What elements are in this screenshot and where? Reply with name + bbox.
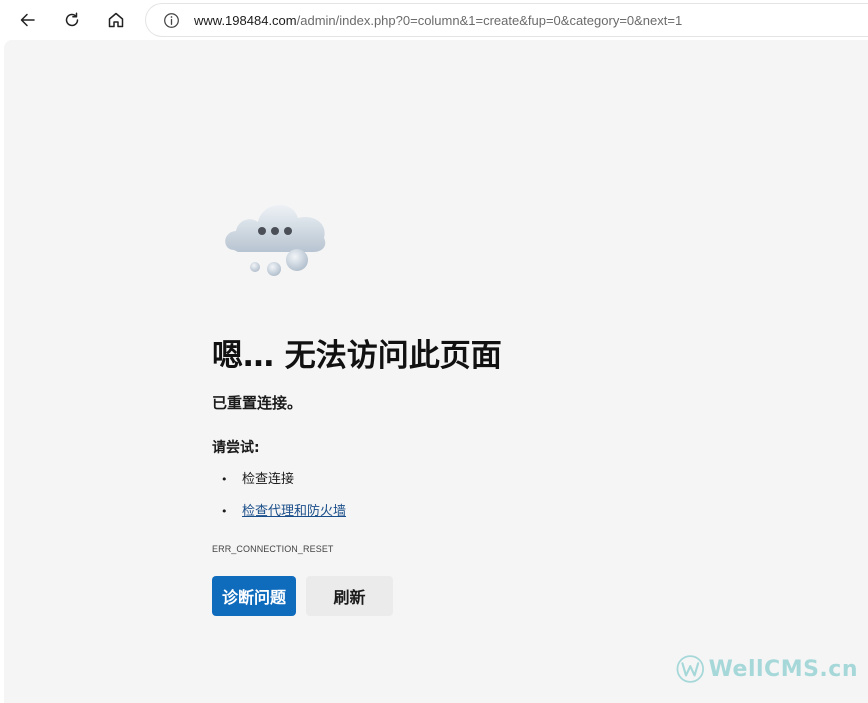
browser-toolbar: www.198484.com/admin/index.php?0=column&… xyxy=(0,0,868,40)
error-title: 嗯… 无法访问此页面 xyxy=(212,338,502,374)
back-button[interactable] xyxy=(12,4,44,36)
suggestion-list: 检查连接 检查代理和防火墙 xyxy=(212,470,346,534)
suggestion-label: 检查连接 xyxy=(242,472,295,487)
info-icon[interactable] xyxy=(162,11,180,29)
refresh-icon xyxy=(65,12,79,27)
error-code: ERR_CONNECTION_RESET xyxy=(212,544,334,554)
try-heading: 请尝试: xyxy=(212,440,260,456)
home-button[interactable] xyxy=(100,4,132,36)
url-text[interactable]: www.198484.com/admin/index.php?0=column&… xyxy=(194,13,682,28)
suggestion-check-connection: 检查连接 xyxy=(212,470,346,502)
url-path: /admin/index.php?0=column&1=create&fup=0… xyxy=(296,12,683,28)
watermark: WellCMS.cn xyxy=(676,645,858,693)
check-proxy-firewall-link[interactable]: 检查代理和防火墙 xyxy=(242,504,346,519)
diagnose-button[interactable]: 诊断问题 xyxy=(212,576,296,616)
suggestion-check-proxy-firewall: 检查代理和防火墙 xyxy=(212,502,346,534)
sad-cloud-illustration xyxy=(225,204,326,276)
back-arrow-icon xyxy=(20,13,35,27)
url-host: www.198484.com xyxy=(194,12,297,28)
watermark-text: WellCMS.cn xyxy=(708,656,858,682)
refresh-button[interactable] xyxy=(56,4,88,36)
home-icon xyxy=(108,12,124,28)
refresh-page-button[interactable]: 刷新 xyxy=(306,576,393,616)
error-message: 已重置连接。 xyxy=(212,394,303,412)
address-bar[interactable]: www.198484.com/admin/index.php?0=column&… xyxy=(146,4,868,36)
wellcms-logo xyxy=(676,655,705,683)
